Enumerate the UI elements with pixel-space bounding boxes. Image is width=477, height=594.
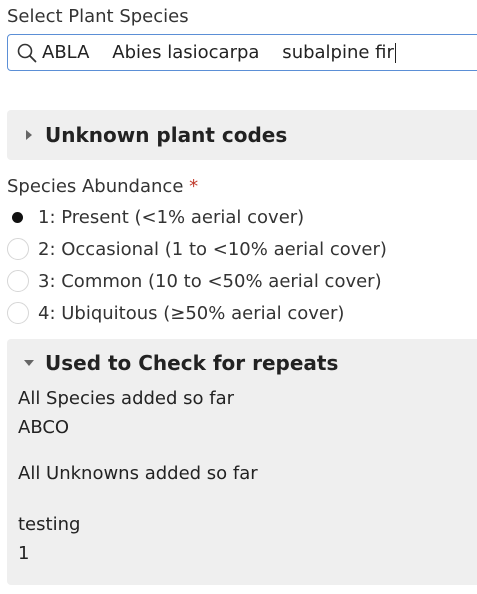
unknowns-added-heading: All Unknowns added so far	[18, 463, 258, 484]
abundance-option-1[interactable]: 1: Present (<1% aerial cover)	[7, 203, 304, 231]
testing-heading: testing	[18, 514, 81, 535]
repeats-toggle[interactable]: Used to Check for repeats	[7, 339, 477, 387]
abundance-option-label: 1: Present (<1% aerial cover)	[38, 206, 305, 228]
radio-button[interactable]	[7, 270, 29, 292]
text-caret	[394, 42, 396, 63]
search-icon	[16, 42, 38, 64]
repeats-section: Used to Check for repeats	[7, 339, 477, 585]
caret-down-icon	[19, 358, 39, 368]
species-select-label: Select Plant Species	[7, 6, 189, 27]
radio-button[interactable]	[7, 302, 29, 324]
abundance-option-3[interactable]: 3: Common (10 to <50% aerial cover)	[7, 267, 382, 295]
unknown-codes-title: Unknown plant codes	[45, 123, 288, 147]
abundance-option-4[interactable]: 4: Ubiquitous (≥50% aerial cover)	[7, 299, 344, 327]
repeats-title: Used to Check for repeats	[45, 351, 339, 375]
required-marker: *	[189, 176, 199, 197]
abundance-option-label: 3: Common (10 to <50% aerial cover)	[38, 270, 382, 292]
species-added-value: ABCO	[18, 417, 70, 438]
abundance-label: Species Abundance *	[7, 176, 199, 197]
species-search-input[interactable]: ABLA Abies lasiocarpa subalpine fir	[7, 34, 477, 71]
radio-button-checked[interactable]	[7, 206, 29, 228]
unknown-codes-section: Unknown plant codes	[7, 110, 477, 160]
species-search-value: ABLA Abies lasiocarpa subalpine fir	[42, 42, 394, 63]
caret-right-icon	[19, 129, 39, 141]
radio-button[interactable]	[7, 238, 29, 260]
species-added-heading: All Species added so far	[18, 388, 235, 409]
abundance-option-label: 4: Ubiquitous (≥50% aerial cover)	[38, 302, 345, 324]
unknown-codes-toggle[interactable]: Unknown plant codes	[7, 110, 477, 160]
abundance-option-2[interactable]: 2: Occasional (1 to <10% aerial cover)	[7, 235, 387, 263]
abundance-option-label: 2: Occasional (1 to <10% aerial cover)	[38, 238, 387, 260]
testing-value: 1	[18, 543, 30, 564]
